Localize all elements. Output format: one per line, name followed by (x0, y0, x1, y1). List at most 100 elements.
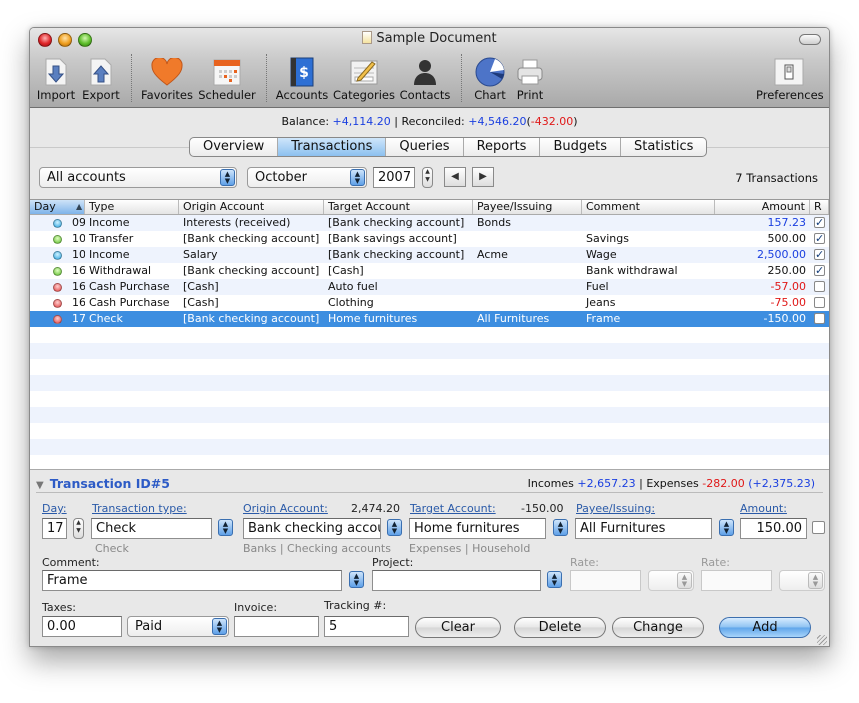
tax-status-select[interactable]: Paid ▲ ▼ (127, 616, 229, 637)
table-row[interactable]: 10 Transfer [Bank checking account] [Bank s… (30, 231, 829, 247)
tab-queries[interactable]: Queries (386, 138, 464, 156)
transaction-details-header[interactable]: ▼ Transaction ID#5 (36, 476, 170, 491)
tracking-field[interactable]: 5 (324, 616, 409, 637)
invoice-field[interactable] (234, 616, 319, 637)
rate-currency-select-2[interactable]: ▲ ▼ (779, 570, 825, 591)
updown-arrows-icon: ▲ ▼ (677, 572, 692, 589)
reconciled-checkbox[interactable]: ✓ (814, 233, 825, 244)
table-row[interactable]: 16 Cash Purchase [Cash] Clothing Jeans -75.00 (30, 295, 829, 311)
origin-account-path: Banks | Checking accounts (243, 542, 391, 555)
project-popup[interactable]: ▲ ▼ (545, 570, 562, 591)
rate-field-2[interactable] (701, 570, 772, 591)
origin-account-popup[interactable]: ▲ ▼ (385, 518, 402, 539)
balance-value: +4,114.20 (332, 115, 391, 128)
comment-field[interactable]: Frame (42, 570, 342, 591)
tab-budgets[interactable]: Budgets (540, 138, 621, 156)
cell-amount: -57.00 (770, 280, 806, 293)
year-field[interactable]: 2007 (373, 167, 415, 188)
taxes-field[interactable]: 0.00 (42, 616, 122, 637)
transaction-type-field[interactable]: Check (91, 518, 212, 539)
tab-reports[interactable]: Reports (464, 138, 541, 156)
column-header-origin-account[interactable]: Origin Account (179, 200, 324, 214)
payee-popup[interactable]: ▲ ▼ (717, 518, 734, 539)
origin-account-label[interactable]: Origin Account: (243, 502, 328, 515)
reconciled-checkbox[interactable] (814, 297, 825, 308)
updown-arrows-icon: ▲ ▼ (547, 571, 562, 588)
tab-transactions[interactable]: Transactions (278, 138, 387, 156)
rate-field[interactable] (570, 570, 641, 591)
toolbar-accounts-button[interactable]: $ Accounts (275, 57, 329, 102)
disclosure-triangle-icon[interactable]: ▼ (36, 480, 44, 491)
toolbar-categories-button[interactable]: Categories (333, 57, 395, 102)
notepad-pencil-icon (333, 57, 395, 87)
reconciled-checkbox[interactable]: ✓ (814, 249, 825, 260)
column-header-reconciled[interactable]: R (810, 200, 829, 214)
month-filter-select[interactable]: October ▲ ▼ (247, 167, 367, 188)
column-header-type[interactable]: Type (85, 200, 179, 214)
transaction-type-popup[interactable]: ▲ ▼ (216, 518, 233, 539)
table-header: Day ▲ Type Origin Account Target Account … (30, 200, 829, 215)
toolbar-import-button[interactable]: Import (36, 57, 76, 102)
previous-month-button[interactable]: ◀ (444, 167, 466, 187)
toolbar-contacts-button[interactable]: Contacts (398, 57, 452, 102)
transaction-type-label[interactable]: Transaction type: (92, 502, 187, 515)
expenses-value: -282.00 (702, 477, 745, 490)
printer-icon (512, 57, 548, 87)
target-account-popup[interactable]: ▲ ▼ (551, 518, 568, 539)
column-header-target-account[interactable]: Target Account (324, 200, 473, 214)
day-value: 10 (72, 248, 85, 261)
column-header-amount[interactable]: Amount (715, 200, 810, 214)
payee-field[interactable]: All Furnitures (575, 518, 712, 539)
reconciled-checkbox[interactable]: ✓ (814, 217, 825, 228)
rate-currency-select[interactable]: ▲ ▼ (648, 570, 694, 591)
reconciled-checkbox[interactable]: ✓ (814, 265, 825, 276)
tab-overview[interactable]: Overview (190, 138, 279, 156)
day-label[interactable]: Day: (42, 502, 67, 515)
toolbar-toggle-button[interactable] (799, 34, 821, 45)
next-month-button[interactable]: ▶ (472, 167, 494, 187)
tax-status-value: Paid (135, 619, 163, 634)
reconciled-checkbox[interactable] (814, 313, 825, 324)
change-button[interactable]: Change (612, 617, 704, 638)
cell-payee (473, 279, 582, 295)
table-row[interactable]: 17 Check [Bank checking account] Home furni… (30, 311, 829, 327)
toolbar-preferences-button[interactable]: Preferences (756, 57, 824, 102)
window-title: Sample Document (30, 31, 829, 46)
column-header-day[interactable]: Day ▲ (30, 200, 85, 214)
toolbar-print-button[interactable]: Print (512, 57, 548, 102)
delete-button[interactable]: Delete (514, 617, 606, 638)
toolbar-chart-button[interactable]: Chart (468, 57, 512, 102)
resize-grip[interactable] (817, 635, 827, 645)
comment-popup[interactable]: ▲ ▼ (347, 570, 364, 591)
amount-label[interactable]: Amount: (740, 502, 787, 515)
toolbar-favorites-button[interactable]: Favorites (140, 57, 194, 102)
year-stepper[interactable]: ▲ ▼ (422, 167, 433, 188)
cell-origin: Interests (received) (183, 216, 291, 229)
account-filter-select[interactable]: All accounts ▲ ▼ (39, 167, 237, 188)
cell-amount: 157.23 (767, 216, 807, 229)
toolbar-export-button[interactable]: Export (81, 57, 121, 102)
amount-field[interactable]: 150.00 (740, 518, 807, 539)
column-header-comment[interactable]: Comment (582, 200, 715, 214)
column-header-payee[interactable]: Payee/Issuing (473, 200, 582, 214)
toolbar-scheduler-button[interactable]: Scheduler (198, 57, 256, 102)
project-field[interactable] (372, 570, 541, 591)
origin-account-field[interactable]: Bank checking accou (243, 518, 381, 539)
table-row[interactable]: 16 Cash Purchase [Cash] Auto fuel Fuel -57.00 (30, 279, 829, 295)
target-account-field[interactable]: Home furnitures (409, 518, 546, 539)
tab-statistics[interactable]: Statistics (621, 138, 706, 156)
updown-arrows-icon: ▲ ▼ (808, 572, 823, 589)
table-row[interactable]: 10 Income Salary [Bank checking account] Acm… (30, 247, 829, 263)
day-stepper[interactable]: ▲ ▼ (73, 518, 84, 539)
reconciled-checkbox[interactable] (814, 281, 825, 292)
clear-button[interactable]: Clear (415, 617, 501, 638)
reconciled-value: +4,546.20 (468, 115, 527, 128)
target-account-label[interactable]: Target Account: (410, 502, 496, 515)
payee-label[interactable]: Payee/Issuing: (576, 502, 655, 515)
day-field[interactable]: 17 (42, 518, 67, 539)
cell-target: [Bank checking account] (328, 216, 465, 229)
amount-checkbox[interactable] (812, 521, 825, 534)
table-row[interactable]: 16 Withdrawal [Bank checking account] [Cash… (30, 263, 829, 279)
table-row[interactable]: 09 Income Interests (received) [Bank checki… (30, 215, 829, 231)
add-button[interactable]: Add (719, 617, 811, 638)
